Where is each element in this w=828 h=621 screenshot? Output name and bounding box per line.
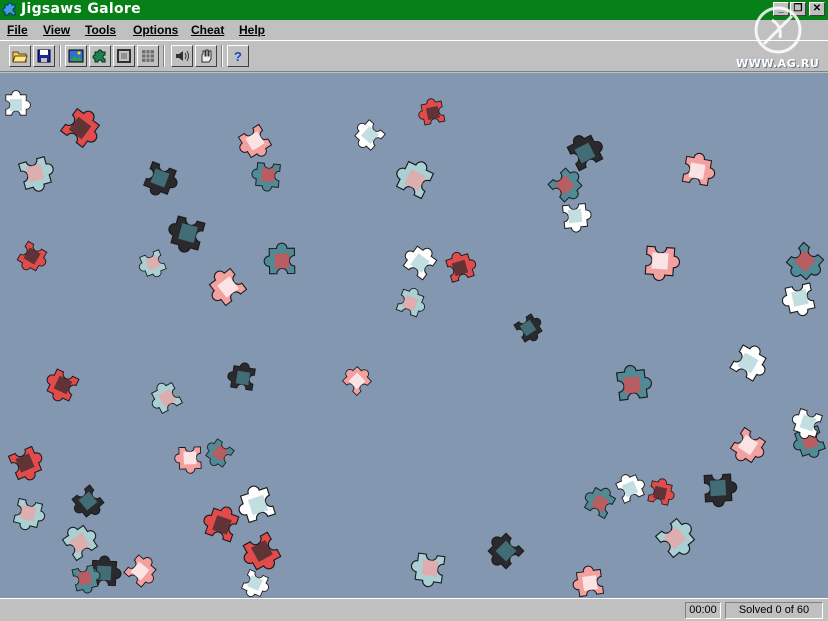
help-button[interactable]: ?	[227, 45, 249, 67]
puzzle-piece[interactable]	[136, 249, 168, 282]
menu-cheat[interactable]: Cheat	[191, 23, 224, 37]
puzzle-piece[interactable]	[703, 473, 738, 508]
solved-counter: Solved 0 of 60	[725, 602, 823, 619]
puzzle-piece[interactable]	[123, 551, 163, 590]
puzzle-piece[interactable]	[783, 241, 828, 287]
puzzle-piece[interactable]	[647, 477, 678, 507]
puzzle-piece[interactable]	[5, 90, 31, 116]
puzzle-piece[interactable]	[17, 155, 58, 194]
puzzle-piece[interactable]	[40, 367, 80, 406]
puzzle-piece[interactable]	[340, 361, 375, 397]
puzzle-piece[interactable]	[391, 154, 436, 200]
puzzle-piece[interactable]	[729, 340, 774, 384]
puzzle-board[interactable]	[0, 73, 828, 598]
puzzle-piece[interactable]	[15, 240, 51, 277]
puzzle-piece[interactable]	[251, 162, 281, 192]
menu-file-label: File	[7, 23, 28, 37]
puzzle-piece[interactable]	[68, 484, 107, 524]
puzzle-piece[interactable]	[444, 248, 478, 283]
edges-button[interactable]	[113, 45, 135, 67]
grid-button[interactable]	[137, 45, 159, 67]
puzzle-piece[interactable]	[788, 407, 823, 442]
puzzle-piece[interactable]	[654, 515, 703, 562]
open-icon	[12, 51, 28, 63]
ag-logo-icon	[754, 6, 802, 54]
puzzle-piece[interactable]	[263, 242, 296, 275]
toolbar: ?	[0, 40, 828, 72]
puzzle-piece[interactable]	[416, 97, 446, 126]
help-icon: ?	[234, 49, 242, 64]
puzzle-piece[interactable]	[226, 360, 256, 391]
sound-button[interactable]	[171, 45, 193, 67]
puzzle-piece[interactable]	[571, 564, 605, 598]
puzzle-piece[interactable]	[399, 239, 440, 281]
menu-view-label: View	[43, 23, 71, 37]
puzzle-piece[interactable]	[395, 285, 429, 318]
status-bar: 00:00 Solved 0 of 60	[0, 598, 828, 621]
jigsaw-app-icon	[2, 2, 16, 16]
puzzle-piece[interactable]	[200, 436, 235, 470]
puzzle-piece[interactable]	[513, 312, 548, 346]
toolbar-separator	[221, 45, 223, 67]
sound-icon	[176, 50, 189, 62]
puzzle-piece[interactable]	[547, 165, 589, 206]
puzzle-piece[interactable]	[59, 104, 108, 151]
puzzle-piece[interactable]	[7, 444, 48, 484]
picture-icon	[68, 49, 84, 63]
puzzle-piece[interactable]	[580, 481, 617, 520]
toolbar-separator	[163, 45, 165, 67]
menu-view[interactable]: View	[43, 23, 70, 37]
menu-tools[interactable]: Tools	[85, 23, 116, 37]
piece-button[interactable]	[89, 45, 111, 67]
menu-help[interactable]: Help	[239, 23, 265, 37]
picture-button[interactable]	[65, 45, 87, 67]
puzzle-piece[interactable]	[780, 282, 816, 319]
puzzle-piece[interactable]	[202, 264, 248, 309]
puzzle-piece[interactable]	[681, 151, 717, 187]
open-button[interactable]	[9, 45, 31, 67]
puzzle-piece[interactable]	[233, 482, 277, 524]
title-bar[interactable]: Jigsaws Galore _ ❐ ✕	[0, 0, 828, 20]
grid-icon	[142, 50, 154, 62]
puzzle-piece[interactable]	[561, 202, 592, 233]
toolbar-separator	[59, 45, 61, 67]
menu-options-label: Options	[133, 23, 179, 37]
puzzle-piece[interactable]	[644, 245, 681, 282]
puzzle-pieces-layer	[5, 90, 828, 598]
puzzle-piece[interactable]	[409, 552, 446, 588]
puzzle-piece[interactable]	[145, 378, 184, 415]
menu-file[interactable]: File	[7, 23, 28, 37]
puzzle-piece[interactable]	[615, 363, 653, 402]
puzzle-piece[interactable]	[142, 161, 181, 201]
puzzle-piece[interactable]	[60, 518, 102, 562]
puzzle-piece[interactable]	[240, 568, 273, 598]
puzzle-piece[interactable]	[565, 128, 608, 172]
puzzle-piece[interactable]	[728, 426, 770, 470]
hand-icon	[201, 49, 212, 63]
puzzle-piece[interactable]	[238, 531, 283, 577]
puzzle-piece[interactable]	[614, 469, 648, 504]
save-icon	[37, 49, 51, 63]
puzzle-piece[interactable]	[348, 117, 386, 154]
timer-display: 00:00	[685, 602, 721, 619]
save-button[interactable]	[33, 45, 55, 67]
menu-help-label: Help	[239, 23, 266, 37]
menu-cheat-label: Cheat	[191, 23, 225, 37]
menu-options[interactable]: Options	[133, 23, 178, 37]
piece-icon	[92, 49, 106, 63]
menu-bar: File View Tools Options Cheat Help	[0, 20, 828, 40]
edges-icon	[117, 49, 131, 63]
hand-button[interactable]	[195, 45, 217, 67]
puzzle-piece[interactable]	[481, 529, 525, 572]
svg-text:?: ?	[234, 49, 242, 64]
puzzle-piece[interactable]	[12, 497, 47, 533]
window-title: Jigsaws Galore	[21, 1, 141, 17]
puzzle-piece[interactable]	[200, 501, 241, 543]
puzzle-piece[interactable]	[164, 215, 206, 256]
close-button[interactable]: ✕	[809, 2, 825, 16]
watermark-text: WWW.AG.RU	[736, 57, 820, 70]
puzzle-piece[interactable]	[174, 446, 202, 474]
puzzle-piece[interactable]	[234, 123, 274, 164]
menu-tools-label: Tools	[85, 23, 117, 37]
